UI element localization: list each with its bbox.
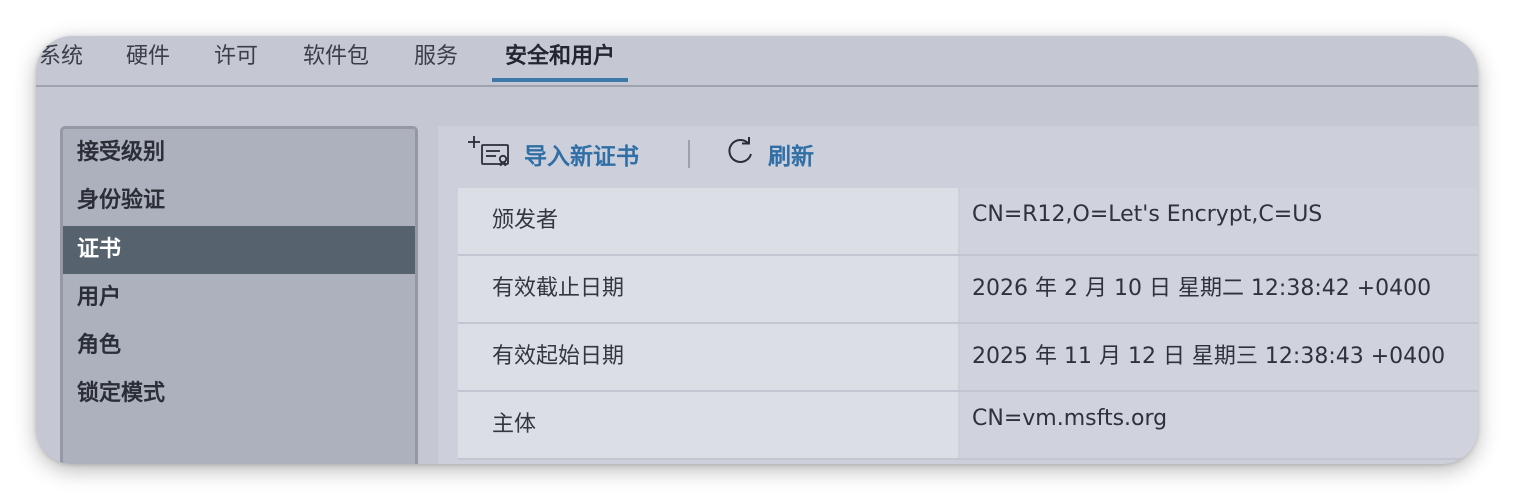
field-label-valid-until: 有效截止日期 xyxy=(458,256,958,322)
table-row: 有效起始日期 2025 年 11 月 12 日 星期三 12:38:43 +04… xyxy=(458,324,1478,392)
app-window: 系统 硬件 许可 软件包 服务 安全和用户 接受级别 身份验证 证书 用户 角色… xyxy=(36,36,1478,464)
certificate-panel: 导入新证书 刷新 颁发者 CN=R12,O=Let's Encrypt,C=US xyxy=(438,126,1478,464)
tab-services[interactable]: 服务 xyxy=(404,40,468,82)
sidebar-item-lockdown-mode[interactable]: 锁定模式 xyxy=(63,370,415,418)
field-label-valid-from: 有效起始日期 xyxy=(458,324,958,390)
toolbar: 导入新证书 刷新 xyxy=(438,126,1478,188)
tab-license[interactable]: 许可 xyxy=(204,40,268,82)
tab-system[interactable]: 系统 xyxy=(36,40,92,82)
sidebar: 接受级别 身份验证 证书 用户 角色 锁定模式 xyxy=(60,126,418,464)
tab-security-users[interactable]: 安全和用户 xyxy=(492,40,628,82)
refresh-icon xyxy=(724,135,768,173)
refresh-button[interactable]: 刷新 xyxy=(724,134,814,174)
row-divider xyxy=(458,458,1478,460)
field-value-subject: CN=vm.msfts.org xyxy=(960,392,1478,458)
tab-bar: 系统 硬件 许可 软件包 服务 安全和用户 xyxy=(36,36,1478,87)
refresh-label: 刷新 xyxy=(768,144,814,170)
sidebar-item-users[interactable]: 用户 xyxy=(63,274,415,322)
field-value-valid-from: 2025 年 11 月 12 日 星期三 12:38:43 +0400 xyxy=(960,324,1478,390)
tab-packages[interactable]: 软件包 xyxy=(292,40,380,82)
table-row: 主体 CN=vm.msfts.org xyxy=(458,392,1478,460)
field-label-subject: 主体 xyxy=(458,392,958,458)
certificate-add-icon xyxy=(466,134,524,174)
sidebar-item-certificates[interactable]: 证书 xyxy=(63,226,415,274)
table-row: 有效截止日期 2026 年 2 月 10 日 星期二 12:38:42 +040… xyxy=(458,256,1478,324)
field-value-valid-until: 2026 年 2 月 10 日 星期二 12:38:42 +0400 xyxy=(960,256,1478,322)
field-value-issuer: CN=R12,O=Let's Encrypt,C=US xyxy=(960,188,1478,254)
sidebar-item-acceptance-level[interactable]: 接受级别 xyxy=(63,129,415,177)
tab-hardware[interactable]: 硬件 xyxy=(116,40,180,82)
import-certificate-button[interactable]: 导入新证书 xyxy=(466,134,639,174)
toolbar-divider xyxy=(688,140,690,168)
sidebar-item-roles[interactable]: 角色 xyxy=(63,322,415,370)
import-certificate-label: 导入新证书 xyxy=(524,144,639,170)
field-label-issuer: 颁发者 xyxy=(458,188,958,254)
table-row: 颁发者 CN=R12,O=Let's Encrypt,C=US xyxy=(458,188,1478,256)
sidebar-item-authentication[interactable]: 身份验证 xyxy=(63,177,415,225)
